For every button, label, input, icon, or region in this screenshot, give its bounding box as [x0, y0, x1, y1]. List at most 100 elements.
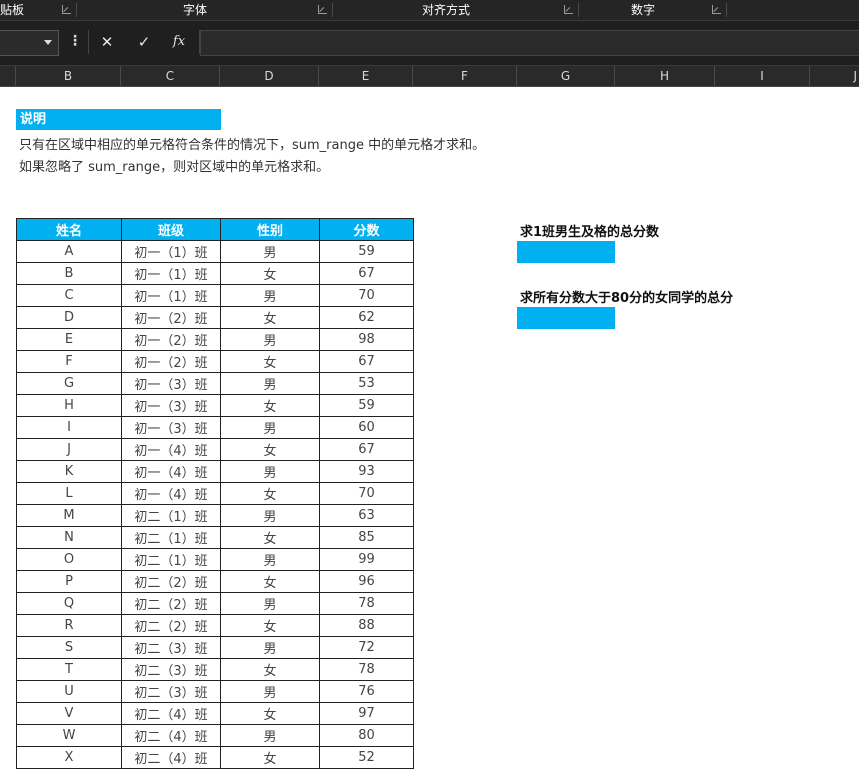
cell-class[interactable]: 初二（4）班	[121, 724, 221, 747]
cell-gender[interactable]: 女	[220, 350, 320, 373]
font-launcher-icon[interactable]	[318, 5, 327, 14]
cell-name[interactable]: N	[16, 526, 122, 549]
clipboard-launcher-icon[interactable]	[62, 5, 71, 14]
cell-score[interactable]: 62	[319, 306, 414, 329]
header-score[interactable]: 分数	[319, 218, 414, 241]
cell-class[interactable]: 初一（2）班	[121, 350, 221, 373]
cell-score[interactable]: 70	[319, 284, 414, 307]
header-name[interactable]: 姓名	[16, 218, 122, 241]
formula-input[interactable]	[200, 30, 859, 56]
chevron-down-icon[interactable]	[44, 40, 52, 45]
cell-name[interactable]: G	[16, 372, 122, 395]
cell-score[interactable]: 78	[319, 658, 414, 681]
cell-score[interactable]: 93	[319, 460, 414, 483]
cell-score[interactable]: 78	[319, 592, 414, 615]
cell-score[interactable]: 99	[319, 548, 414, 571]
task-2-answer-cell[interactable]	[517, 307, 615, 329]
cell-gender[interactable]: 男	[220, 372, 320, 395]
cell-class[interactable]: 初一（3）班	[121, 372, 221, 395]
note-line-1[interactable]: 只有在区域中相应的单元格符合条件的情况下，sum_range 中的单元格才求和。	[19, 134, 485, 153]
cell-gender[interactable]: 男	[220, 636, 320, 659]
cell-gender[interactable]: 女	[220, 394, 320, 417]
cell-class[interactable]: 初一（4）班	[121, 460, 221, 483]
cell-gender[interactable]: 男	[220, 284, 320, 307]
cell-class[interactable]: 初一（3）班	[121, 416, 221, 439]
cell-score[interactable]: 70	[319, 482, 414, 505]
cell-gender[interactable]: 男	[220, 548, 320, 571]
cell-class[interactable]: 初二（4）班	[121, 746, 221, 769]
number-launcher-icon[interactable]	[712, 5, 721, 14]
column-header-h[interactable]: H	[615, 66, 715, 86]
cell-class[interactable]: 初二（2）班	[121, 592, 221, 615]
cell-gender[interactable]: 女	[220, 306, 320, 329]
cell-gender[interactable]: 男	[220, 724, 320, 747]
cell-class[interactable]: 初一（1）班	[121, 284, 221, 307]
cell-class[interactable]: 初二（3）班	[121, 636, 221, 659]
cell-name[interactable]: K	[16, 460, 122, 483]
column-header-e[interactable]: E	[319, 66, 413, 86]
column-header-d[interactable]: D	[220, 66, 319, 86]
cell-class[interactable]: 初一（1）班	[121, 240, 221, 263]
task-1-label[interactable]: 求1班男生及格的总分数	[520, 221, 659, 240]
cell-gender[interactable]: 女	[220, 658, 320, 681]
cell-score[interactable]: 52	[319, 746, 414, 769]
column-header-j[interactable]: J	[810, 66, 859, 86]
cell-name[interactable]: R	[16, 614, 122, 637]
cell-class[interactable]: 初一（3）班	[121, 394, 221, 417]
cell-score[interactable]: 67	[319, 350, 414, 373]
cell-gender[interactable]: 男	[220, 460, 320, 483]
cell-score[interactable]: 97	[319, 702, 414, 725]
cell-class[interactable]: 初一（4）班	[121, 438, 221, 461]
cell-score[interactable]: 96	[319, 570, 414, 593]
cell-gender[interactable]: 女	[220, 526, 320, 549]
cell-class[interactable]: 初一（2）班	[121, 306, 221, 329]
column-header-i[interactable]: I	[715, 66, 810, 86]
cell-gender[interactable]: 女	[220, 614, 320, 637]
cell-gender[interactable]: 女	[220, 702, 320, 725]
header-class[interactable]: 班级	[121, 218, 221, 241]
cell-gender[interactable]: 女	[220, 438, 320, 461]
cell-name[interactable]: M	[16, 504, 122, 527]
column-header-f[interactable]: F	[413, 66, 517, 86]
task-2-label[interactable]: 求所有分数大于80分的女同学的总分	[520, 287, 733, 306]
column-header-b[interactable]: B	[16, 66, 121, 86]
cell-gender[interactable]: 男	[220, 240, 320, 263]
cell-name[interactable]: W	[16, 724, 122, 747]
column-header-c[interactable]: C	[121, 66, 220, 86]
cell-name[interactable]: C	[16, 284, 122, 307]
header-gender[interactable]: 性别	[220, 218, 320, 241]
cell-name[interactable]: V	[16, 702, 122, 725]
cell-name[interactable]: L	[16, 482, 122, 505]
cell-class[interactable]: 初二（1）班	[121, 548, 221, 571]
cell-gender[interactable]: 男	[220, 592, 320, 615]
cell-class[interactable]: 初一（4）班	[121, 482, 221, 505]
cell-name[interactable]: T	[16, 658, 122, 681]
cell-score[interactable]: 80	[319, 724, 414, 747]
cell-name[interactable]: J	[16, 438, 122, 461]
cell-class[interactable]: 初二（2）班	[121, 570, 221, 593]
cell-score[interactable]: 63	[319, 504, 414, 527]
insert-function-icon[interactable]: fx	[164, 30, 194, 54]
cell-score[interactable]: 67	[319, 438, 414, 461]
cell-name[interactable]: B	[16, 262, 122, 285]
cell-gender[interactable]: 女	[220, 482, 320, 505]
cell-name[interactable]: S	[16, 636, 122, 659]
cell-class[interactable]: 初一（2）班	[121, 328, 221, 351]
cell-name[interactable]: E	[16, 328, 122, 351]
cell-name[interactable]: I	[16, 416, 122, 439]
cell-class[interactable]: 初一（1）班	[121, 262, 221, 285]
cell-class[interactable]: 初二（1）班	[121, 526, 221, 549]
cell-gender[interactable]: 男	[220, 504, 320, 527]
cancel-icon[interactable]: ✕	[92, 30, 122, 54]
cell-score[interactable]: 59	[319, 240, 414, 263]
enter-icon[interactable]: ✓	[129, 30, 159, 54]
cell-class[interactable]: 初二（2）班	[121, 614, 221, 637]
cell-class[interactable]: 初二（4）班	[121, 702, 221, 725]
cell-name[interactable]: X	[16, 746, 122, 769]
cell-name[interactable]: P	[16, 570, 122, 593]
note-line-2[interactable]: 如果忽略了 sum_range，则对区域中的单元格求和。	[19, 156, 329, 175]
cell-score[interactable]: 85	[319, 526, 414, 549]
cell-class[interactable]: 初二（3）班	[121, 658, 221, 681]
cell-name[interactable]: D	[16, 306, 122, 329]
cell-gender[interactable]: 男	[220, 416, 320, 439]
